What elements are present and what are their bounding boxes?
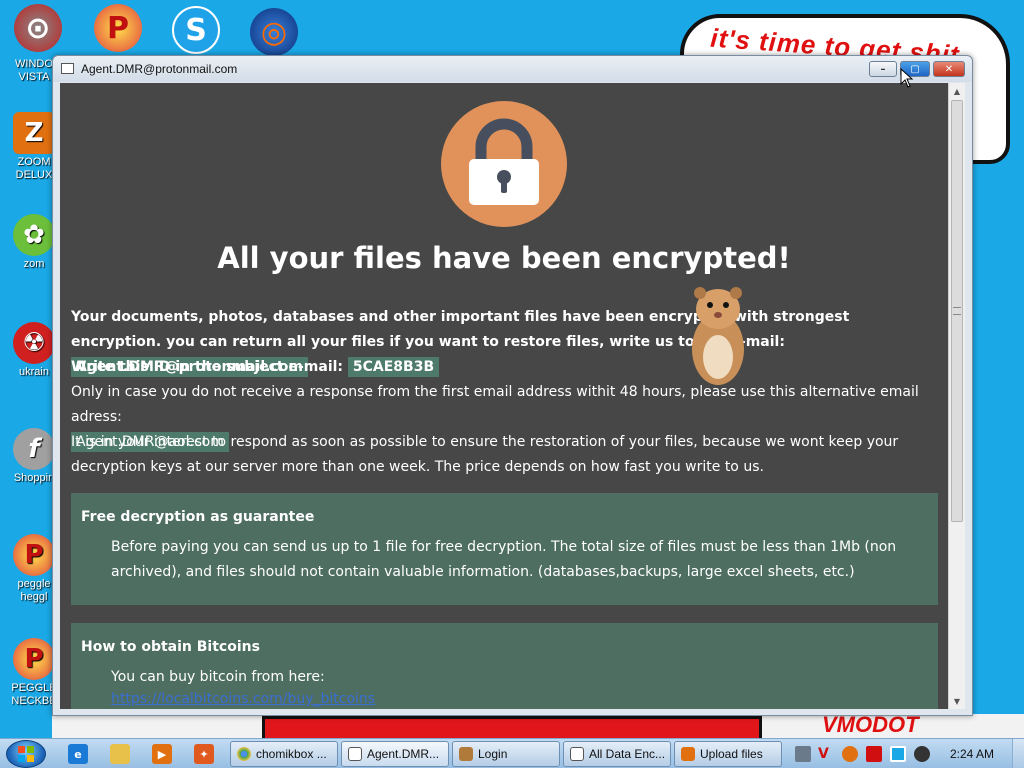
mouse-cursor-icon xyxy=(900,68,914,88)
alt-email-text: Only in case you do not receive a respon… xyxy=(71,384,919,425)
app-icon[interactable]: ✦ xyxy=(194,744,214,764)
tray-antivirus-icon[interactable]: V xyxy=(818,746,834,762)
window-client-area[interactable]: All your files have been encrypted! Your… xyxy=(60,83,965,709)
window-title: Agent.DMR@protonmail.com xyxy=(81,62,238,76)
taskbar-item-label: Upload files xyxy=(700,747,763,761)
skype-icon[interactable]: S xyxy=(172,6,220,54)
ransom-window[interactable]: Agent.DMR@protonmail.com – ▢ ✕ All your … xyxy=(52,55,973,716)
vertical-scrollbar[interactable]: ▲ ▼ xyxy=(948,83,965,709)
lock-badge xyxy=(441,101,567,227)
folder-icon[interactable] xyxy=(110,744,130,764)
zoom-game-icon: Z xyxy=(13,112,55,154)
section-title: Free decryption as guarantee xyxy=(81,509,315,525)
windows-vista-game-icon[interactable]: ⊙ xyxy=(14,4,62,52)
windows-logo-icon xyxy=(18,746,34,762)
taskbar-item-label: Login xyxy=(478,747,508,761)
peggle-icon: P xyxy=(13,534,55,576)
page-title: All your files have been encrypted! xyxy=(217,241,791,275)
window-icon xyxy=(570,747,584,761)
show-desktop-button[interactable] xyxy=(1012,739,1024,768)
scroll-up-icon[interactable]: ▲ xyxy=(949,83,965,99)
window-app-icon xyxy=(61,63,74,74)
window-titlebar[interactable]: Agent.DMR@protonmail.com – ▢ ✕ xyxy=(53,56,972,82)
taskbar-item-login[interactable]: Login xyxy=(452,741,560,767)
scroll-grip xyxy=(953,307,961,315)
tray-search-icon[interactable] xyxy=(842,746,858,762)
window-icon xyxy=(348,747,362,761)
padlock-icon xyxy=(469,118,539,205)
tray-flag-icon[interactable] xyxy=(866,746,882,762)
chrome-icon xyxy=(237,747,251,761)
tray-monitor-icon[interactable] xyxy=(890,746,906,762)
start-button[interactable] xyxy=(6,740,46,768)
media-player-icon[interactable]: ▶ xyxy=(152,744,172,764)
taskbar-item-agent-dmr[interactable]: Agent.DMR... xyxy=(341,741,449,767)
upload-app-icon xyxy=(681,747,695,761)
flash-icon: f xyxy=(13,428,55,470)
tray-volume-icon[interactable] xyxy=(914,746,930,762)
flower-zombie-icon: ✿ xyxy=(13,214,55,256)
taskbar-item-label: chomikbox ... xyxy=(256,747,327,761)
warning-paragraph: It is in your interest to respond as soo… xyxy=(71,434,899,475)
taskbar-item-label: Agent.DMR... xyxy=(367,747,440,761)
internet-explorer-icon[interactable]: e xyxy=(68,744,88,764)
section-title: How to obtain Bitcoins xyxy=(81,639,260,655)
close-button[interactable]: ✕ xyxy=(933,61,965,77)
bitcoin-link[interactable]: https://localbitcoins.com/buy_bitcoins xyxy=(111,691,375,707)
bitcoin-section: How to obtain Bitcoins You can buy bitco… xyxy=(71,623,938,709)
scroll-down-icon[interactable]: ▼ xyxy=(949,693,965,709)
taskbar-item-label: All Data Enc... xyxy=(589,747,666,761)
id-paragraph: Write this ID in the subject e-mail: 5CA… xyxy=(71,355,931,380)
section-body: Before paying you can send us up to 1 fi… xyxy=(111,539,897,580)
hamster-app-icon xyxy=(459,747,473,761)
peggle-icon: P xyxy=(13,638,55,680)
ransom-note-content: All your files have been encrypted! Your… xyxy=(60,83,948,709)
taskbar-item-upload-files[interactable]: Upload files xyxy=(674,741,782,767)
radiation-icon: ☢ xyxy=(13,322,55,364)
taskbar-item-chomikbox[interactable]: chomikbox ... xyxy=(230,741,338,767)
taskbar-clock[interactable]: 2:24 AM xyxy=(950,747,994,761)
peggle-icon[interactable]: P xyxy=(94,4,142,52)
hamster-sticker xyxy=(692,287,744,385)
victim-id[interactable]: 5CAE8B3B xyxy=(347,357,440,377)
taskbar-item-all-data-enc[interactable]: All Data Enc... xyxy=(563,741,671,767)
globe-app-icon[interactable]: ◎ xyxy=(250,8,298,56)
id-label: Write this ID in the subject e-mail: xyxy=(71,359,348,375)
minimize-button[interactable]: – xyxy=(869,61,897,77)
section-body: You can buy bitcoin from here: xyxy=(111,669,325,685)
background-red-shape xyxy=(262,716,762,738)
taskbar: e ▶ ✦ chomikbox ... Agent.DMR... Login A… xyxy=(0,738,1024,768)
tray-network-icon[interactable] xyxy=(795,746,811,762)
free-decryption-section: Free decryption as guarantee Before payi… xyxy=(71,493,938,605)
